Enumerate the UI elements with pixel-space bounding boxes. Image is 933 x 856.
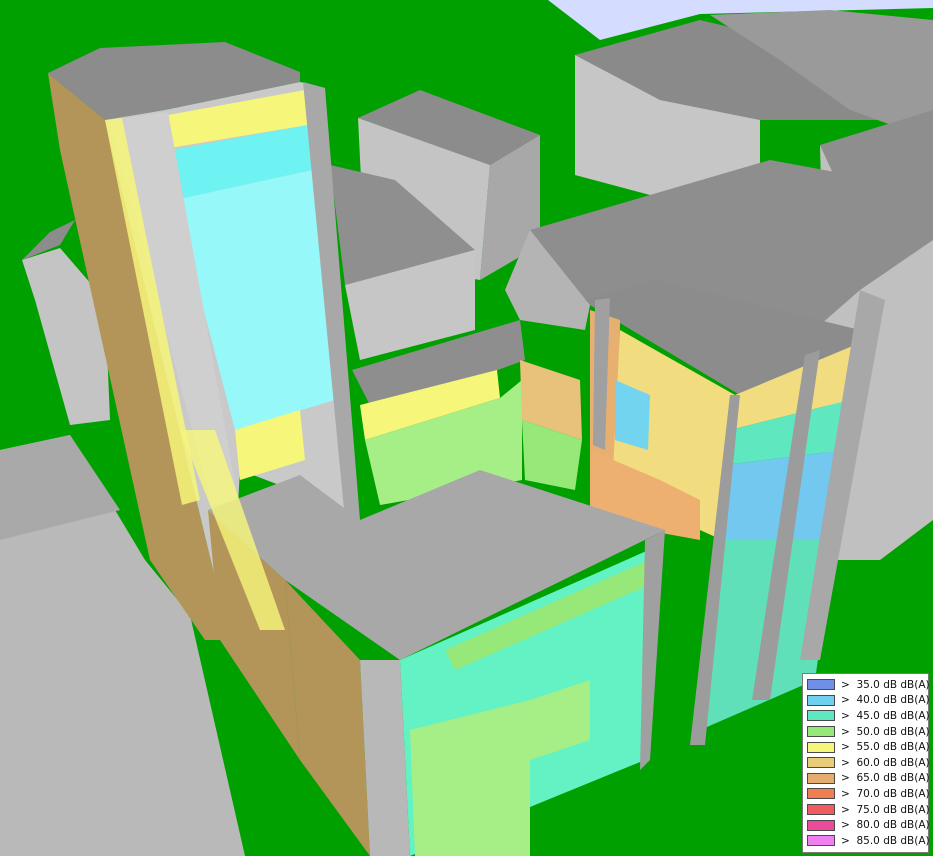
legend-swatch [807, 835, 835, 847]
legend-item: > 75.0 dB dB(A) [807, 802, 930, 818]
legend-item: > 50.0 dB dB(A) [807, 724, 930, 740]
legend-item: > 60.0 dB dB(A) [807, 755, 930, 771]
legend-item: > 80.0 dB dB(A) [807, 817, 930, 833]
legend-label: > 65.0 dB dB(A) [841, 772, 930, 785]
legend-swatch [807, 772, 835, 784]
legend-label: > 60.0 dB dB(A) [841, 756, 930, 769]
legend-label: > 75.0 dB dB(A) [841, 803, 930, 816]
legend-label: > 50.0 dB dB(A) [841, 725, 930, 738]
legend-label: > 80.0 dB dB(A) [841, 819, 930, 832]
legend-label: > 40.0 dB dB(A) [841, 694, 930, 707]
legend-swatch [807, 819, 835, 831]
legend-label: > 55.0 dB dB(A) [841, 741, 930, 754]
noise-level-legend: > 35.0 dB dB(A) > 40.0 dB dB(A) > 45.0 d… [802, 673, 930, 853]
legend-label: > 70.0 dB dB(A) [841, 787, 930, 800]
legend-swatch [807, 741, 835, 753]
legend-swatch [807, 694, 835, 706]
legend-swatch [807, 679, 835, 691]
noise-map-3d-view [0, 0, 933, 856]
legend-swatch [807, 788, 835, 800]
legend-item: > 65.0 dB dB(A) [807, 771, 930, 787]
legend-swatch [807, 757, 835, 769]
legend-item: > 85.0 dB dB(A) [807, 833, 930, 849]
legend-swatch [807, 710, 835, 722]
legend-swatch [807, 804, 835, 816]
legend-item: > 40.0 dB dB(A) [807, 693, 930, 709]
legend-label: > 85.0 dB dB(A) [841, 834, 930, 847]
legend-item: > 70.0 dB dB(A) [807, 786, 930, 802]
legend-swatch [807, 726, 835, 738]
legend-label: > 45.0 dB dB(A) [841, 709, 930, 722]
legend-item: > 35.0 dB dB(A) [807, 677, 930, 693]
legend-label: > 35.0 dB dB(A) [841, 678, 930, 691]
legend-item: > 55.0 dB dB(A) [807, 739, 930, 755]
legend-item: > 45.0 dB dB(A) [807, 708, 930, 724]
